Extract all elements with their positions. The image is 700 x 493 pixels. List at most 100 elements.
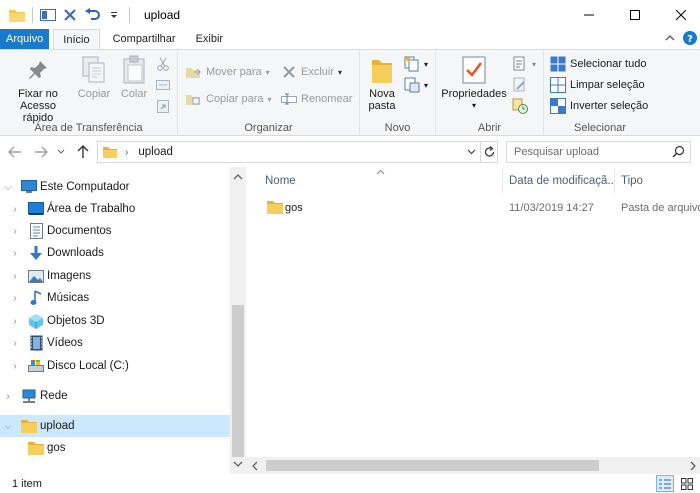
- properties-icon[interactable]: [37, 4, 59, 26]
- 3d-objects-icon: [27, 312, 45, 330]
- copy-path-button[interactable]: [155, 75, 171, 95]
- edit-button[interactable]: [512, 75, 528, 95]
- help-icon[interactable]: ?: [683, 30, 697, 48]
- breadcrumb-upload[interactable]: upload: [138, 146, 173, 158]
- delete-icon[interactable]: [59, 4, 81, 26]
- pin-quick-access-button[interactable]: Fixar no Acesso rápido: [4, 54, 72, 124]
- ribbon-controls: ?: [665, 29, 700, 49]
- minimize-button[interactable]: [566, 0, 612, 29]
- tab-compartilhar[interactable]: Compartilhar: [104, 29, 185, 49]
- scroll-left-icon[interactable]: [252, 461, 258, 474]
- separator: [129, 6, 130, 23]
- refresh-icon[interactable]: [480, 141, 498, 163]
- column-header-date[interactable]: Data de modificaçã...: [509, 167, 613, 195]
- history-button[interactable]: [512, 96, 528, 116]
- chevron-down-icon[interactable]: ⌵: [3, 421, 13, 432]
- up-button[interactable]: [74, 143, 92, 161]
- column-header-name[interactable]: Nome: [265, 167, 296, 195]
- column-divider[interactable]: [502, 169, 503, 193]
- scroll-right-icon[interactable]: [690, 461, 696, 474]
- tree-item-este-computador[interactable]: ⌵ Este Computador: [0, 176, 230, 198]
- breadcrumb-separator-icon[interactable]: ›: [125, 147, 128, 158]
- pin-icon: [22, 54, 54, 86]
- chevron-right-icon[interactable]: ›: [10, 338, 20, 349]
- pin-label-1: Fixar no: [18, 88, 58, 100]
- tree-item-objetos-3d[interactable]: › Objetos 3D: [0, 310, 230, 332]
- column-header-type[interactable]: Tipo: [621, 167, 643, 195]
- paste-button[interactable]: Colar: [116, 54, 152, 100]
- search-icon[interactable]: [672, 145, 685, 161]
- chevron-right-icon[interactable]: ›: [10, 271, 20, 282]
- chevron-right-icon[interactable]: ›: [10, 248, 20, 259]
- window-title: upload: [144, 7, 181, 22]
- new-folder-button[interactable]: Nova pasta: [364, 54, 400, 112]
- tab-arquivo[interactable]: Arquivo: [0, 29, 50, 49]
- scroll-up-icon[interactable]: [233, 171, 243, 183]
- tree-item-upload[interactable]: ⌵ upload: [0, 415, 230, 437]
- customize-dropdown-icon[interactable]: [103, 4, 125, 26]
- horizontal-scrollbar[interactable]: [246, 457, 700, 474]
- title-bar: upload: [0, 0, 700, 29]
- horizontal-scroll-thumb[interactable]: [266, 460, 599, 471]
- tree-item-disco-local[interactable]: › Disco Local (C:): [0, 355, 230, 377]
- chevron-right-icon[interactable]: ›: [10, 361, 20, 372]
- column-divider[interactable]: [614, 169, 615, 193]
- file-row[interactable]: gos 11/03/2019 14:27 Pasta de arquivos: [260, 197, 700, 219]
- move-to-button[interactable]: Mover para ▾: [186, 62, 270, 82]
- open-button[interactable]: ▾: [512, 54, 536, 74]
- maximize-button[interactable]: [612, 0, 658, 29]
- address-bar[interactable]: › upload: [97, 141, 498, 163]
- new-item-button[interactable]: ▾: [404, 54, 428, 74]
- paste-shortcut-button[interactable]: [155, 96, 171, 116]
- back-button[interactable]: [6, 143, 24, 161]
- item-count: 1 item: [12, 477, 42, 490]
- chevron-right-icon[interactable]: ›: [10, 204, 20, 215]
- details-view-button[interactable]: [656, 475, 674, 492]
- minimize-icon: [584, 14, 594, 15]
- tab-exibir[interactable]: Exibir: [187, 29, 233, 49]
- chevron-right-icon[interactable]: ›: [10, 293, 20, 304]
- chevron-right-icon[interactable]: ›: [3, 391, 13, 402]
- recent-locations-button[interactable]: [56, 143, 66, 161]
- select-none-button[interactable]: Limpar seleção: [550, 75, 645, 95]
- copy-to-button[interactable]: Copiar para ▾: [186, 89, 272, 109]
- tree-item-videos[interactable]: › Vídeos: [0, 332, 230, 354]
- move-to-icon: [186, 64, 202, 80]
- navigation-scrollbar[interactable]: [230, 167, 246, 474]
- cut-button[interactable]: [155, 54, 171, 74]
- address-dropdown-icon[interactable]: [467, 142, 476, 162]
- tree-item-downloads[interactable]: › Downloads: [0, 242, 230, 264]
- easy-access-button[interactable]: ▾: [404, 75, 428, 95]
- tree-item-documentos[interactable]: › Documentos: [0, 220, 230, 242]
- scroll-down-icon[interactable]: [233, 458, 243, 470]
- chevron-down-icon[interactable]: ⌵: [3, 182, 13, 193]
- rename-button[interactable]: Renomear: [281, 89, 352, 109]
- close-button[interactable]: [658, 0, 700, 29]
- forward-button[interactable]: [32, 143, 50, 161]
- invert-selection-button[interactable]: Inverter seleção: [550, 96, 648, 116]
- tree-item-area-de-trabalho[interactable]: › Área de Trabalho: [0, 198, 230, 220]
- chevron-right-icon[interactable]: ›: [10, 226, 20, 237]
- tree-item-rede[interactable]: › Rede: [0, 385, 230, 407]
- copy-label: Copiar: [77, 88, 111, 100]
- tab-inicio[interactable]: Início: [53, 29, 100, 49]
- tree-item-gos[interactable]: gos: [0, 437, 230, 459]
- group-label-organize: Organizar: [244, 122, 293, 134]
- undo-icon[interactable]: [81, 4, 103, 26]
- collapse-ribbon-icon[interactable]: [665, 33, 675, 46]
- navigation-pane: ⌵ Este Computador › Área de Trabalho › D…: [0, 167, 246, 474]
- tree-item-imagens[interactable]: › Imagens: [0, 265, 230, 287]
- navigation-scroll-thumb[interactable]: [232, 305, 244, 457]
- tree-item-musicas[interactable]: › Músicas: [0, 287, 230, 309]
- chevron-down-icon: [57, 149, 65, 154]
- copy-button[interactable]: Copiar: [76, 54, 112, 100]
- delete-button[interactable]: Excluir ▾: [281, 62, 342, 82]
- ribbon-tabs: Arquivo Início Compartilhar Exibir ?: [0, 29, 700, 49]
- chevron-right-icon[interactable]: ›: [10, 316, 20, 327]
- search-input[interactable]: Pesquisar upload: [506, 141, 691, 163]
- select-all-button[interactable]: Selecionar tudo: [550, 54, 646, 74]
- drive-icon: [27, 357, 45, 375]
- properties-button[interactable]: Propriedades ▾: [440, 54, 508, 112]
- rename-icon: [281, 91, 297, 107]
- large-icons-view-button[interactable]: [678, 475, 696, 492]
